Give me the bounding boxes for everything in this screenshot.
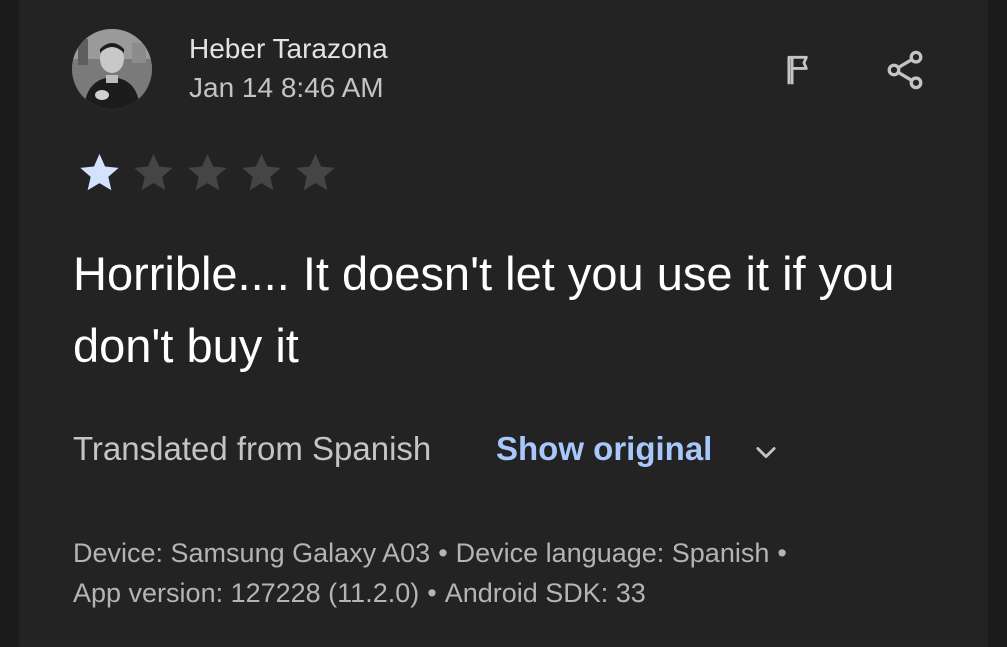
avatar-image — [72, 29, 152, 109]
app-version: App version: 127228 (11.2.0) — [73, 578, 420, 608]
translation-label: Translated from Spanish — [73, 430, 432, 467]
device-info: Device: Samsung Galaxy A03 • Device langua… — [73, 533, 973, 613]
separator: • — [777, 538, 787, 568]
review-text: Horrible.... It doesn't let you use it i… — [73, 247, 895, 372]
star-icon — [134, 153, 173, 191]
chevron-down-icon — [756, 447, 776, 459]
share-button[interactable] — [879, 44, 931, 96]
star-rating — [75, 150, 340, 196]
separator: • — [427, 578, 437, 608]
author-name: Heber Tarazona — [189, 33, 388, 64]
report-button[interactable] — [774, 44, 826, 96]
star-icon — [188, 153, 227, 191]
share-icon — [887, 50, 923, 90]
review-date: Jan 14 8:46 AM — [189, 72, 384, 103]
separator: • — [438, 538, 448, 568]
device-language: Device language: Spanish — [455, 538, 770, 568]
star-icon — [80, 153, 119, 191]
android-sdk: Android SDK: 33 — [444, 578, 646, 608]
avatar — [72, 29, 152, 109]
star-icon — [242, 153, 281, 191]
star-icon — [296, 153, 335, 191]
review-card: Heber Tarazona Jan 14 8:46 AM Horrible..… — [19, 0, 988, 647]
device-model: Device: Samsung Galaxy A03 — [73, 538, 431, 568]
show-original-link[interactable]: Show original — [496, 430, 712, 468]
flag-icon — [787, 55, 808, 85]
show-original-toggle[interactable] — [746, 432, 786, 472]
